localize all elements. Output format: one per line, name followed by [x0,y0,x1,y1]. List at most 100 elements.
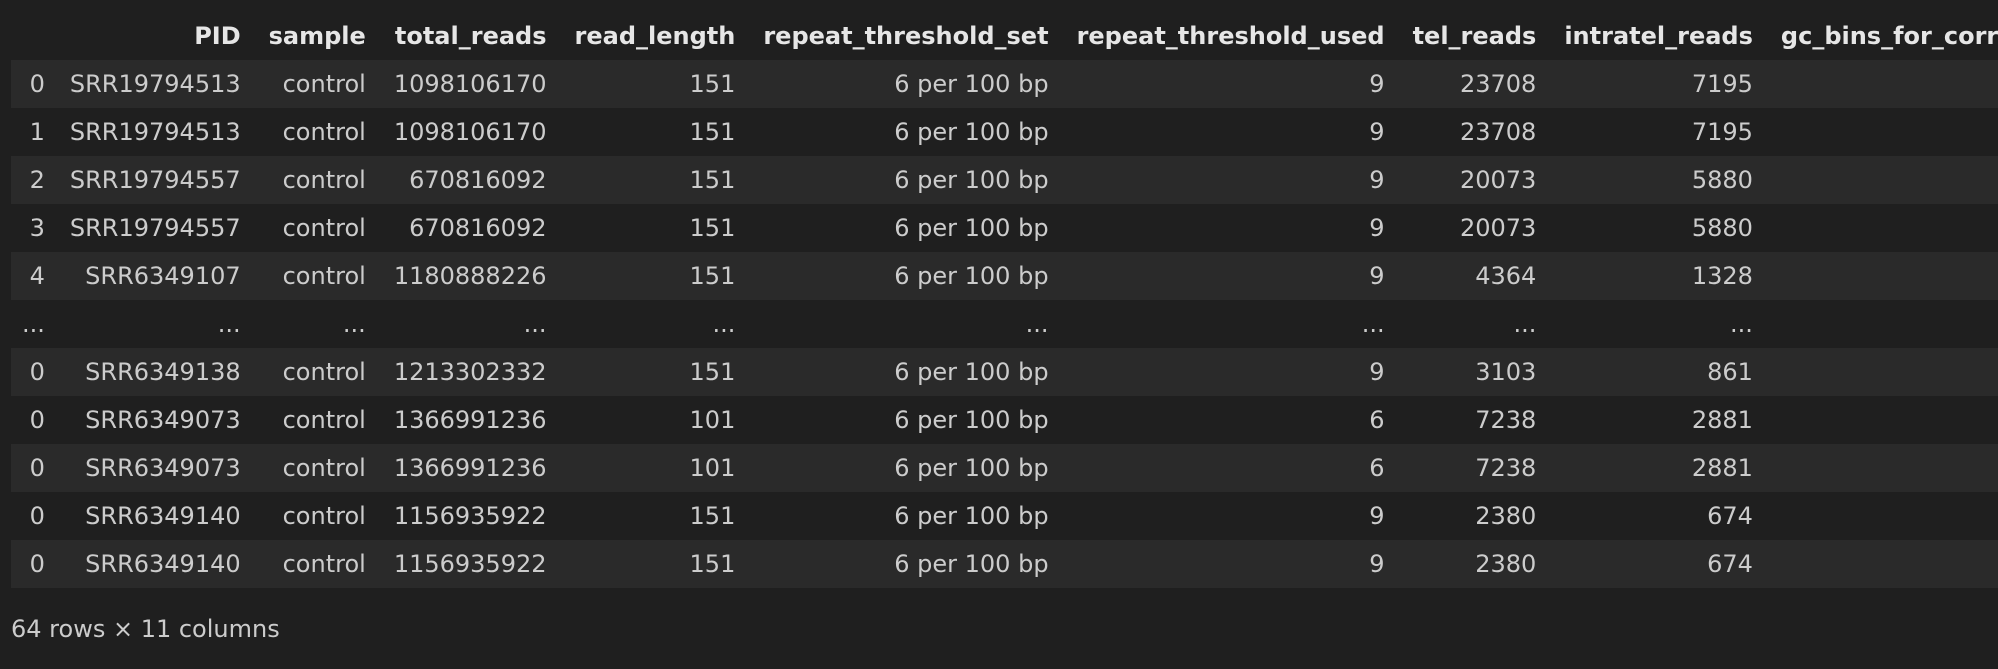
table-cell: 151 [689,358,736,386]
table-cell: control [282,214,366,242]
row-index: 0 [29,358,45,386]
column-header: total_reads [394,22,547,50]
table-cell: 7238 [1475,454,1537,482]
row-index: 0 [29,454,45,482]
column-header: sample [268,22,366,50]
table-cell: 1328 [1691,262,1753,290]
table-cell: 1213302332 [393,358,547,386]
table-cell: 20073 [1459,214,1537,242]
column-header: PID [194,22,241,50]
table-cell: 6 per 100 bp [894,454,1049,482]
row-index: 2 [29,166,45,194]
table-cell: 20073 [1459,166,1537,194]
dataframe-output: PID sample total_reads read_length repeat_th… [11,12,1998,588]
table-cell: 7195 [1691,70,1753,98]
table-cell: ... [1767,300,1998,348]
table-cell: SRR19794557 [69,166,241,194]
table-cell: control [282,118,366,146]
index-header [11,12,56,60]
table-cell: control [282,262,366,290]
table-row: 0 SRR6349073 control 1366991236 101 6 per 100… [11,396,1998,444]
row-index: 0 [29,406,45,434]
table-cell: ... [1730,310,1753,338]
table-cell: 9 [1369,358,1385,386]
table-cell: 48-52 [1767,348,1998,396]
table-cell: 3103 [1475,358,1537,386]
column-header: gc_bins_for_correction [1780,22,1998,50]
table-cell: 6 per 100 bp [894,358,1049,386]
table-cell: 6 per 100 bp [894,406,1049,434]
table-cell: 861 [1707,358,1753,386]
table-cell: 6 per 100 bp [894,214,1049,242]
table-cell: SRR19794513 [69,118,241,146]
table-cell: 151 [689,550,736,578]
table-cell: 48-52 [1767,540,1998,588]
table-cell: 48-52 [1767,60,1998,108]
table-row: 2 SRR19794557 control 670816092 151 6 per 100… [11,156,1998,204]
table-cell: 1098106170 [393,70,547,98]
table-cell: 6 per 100 bp [894,502,1049,530]
table-cell: 9 [1369,550,1385,578]
table-cell: 151 [689,502,736,530]
table-row: 0 SRR6349140 control 1156935922 151 6 per 100… [11,492,1998,540]
table-cell: 9 [1369,502,1385,530]
table-cell: SRR6349073 [85,406,241,434]
table-cell: 151 [689,166,736,194]
table-cell: 4364 [1475,262,1537,290]
table-cell: 5880 [1691,214,1753,242]
table-cell: 48-52 [1767,444,1998,492]
table-cell: control [282,406,366,434]
table-cell: 9 [1369,214,1385,242]
table-cell: 151 [689,118,736,146]
table-cell: 7238 [1475,406,1537,434]
table-cell: 6 per 100 bp [894,262,1049,290]
table-cell: 48-52 [1767,396,1998,444]
row-index: 0 [29,502,45,530]
row-index: ... [22,310,45,338]
table-cell: control [282,70,366,98]
table-cell: 48-52 [1767,252,1998,300]
table-cell: 48-52 [1767,204,1998,252]
table-cell: 674 [1707,550,1753,578]
table-cell: ... [523,310,547,338]
table-cell: SRR19794557 [69,214,241,242]
table-row: 1 SRR19794513 control 1098106170 151 6 per 10… [11,108,1998,156]
table-cell: SRR6349107 [85,262,241,290]
table-cell: 151 [689,70,736,98]
table-cell: 1156935922 [393,502,547,530]
table-cell: SRR6349138 [85,358,241,386]
table-cell: ... [712,310,736,338]
table-cell: 48-52 [1767,492,1998,540]
table-cell: 101 [689,454,736,482]
table-cell: SRR6349073 [85,454,241,482]
table-cell: 1366991236 [393,454,547,482]
table-row: .............................. [11,300,1998,348]
table-cell: 670816092 [409,214,547,242]
table-header: PID sample total_reads read_length repeat_th… [11,12,1998,60]
table-cell: 23708 [1459,118,1537,146]
table-cell: SRR6349140 [85,502,241,530]
table-body: 0 SRR19794513 control 1098106170 151 6 per 10… [11,60,1998,588]
table-cell: 9 [1369,166,1385,194]
table-cell: ... [1361,310,1385,338]
table-cell: 6 [1369,454,1385,482]
column-header: read_length [574,22,736,50]
column-header: repeat_threshold_used [1076,22,1385,50]
table-cell: 6 per 100 bp [894,118,1049,146]
table-cell: control [282,358,366,386]
table-cell: control [282,550,366,578]
row-index: 3 [29,214,45,242]
table-cell: 101 [689,406,736,434]
table-cell: 1098106170 [393,118,547,146]
row-index: 0 [29,550,45,578]
table-cell: 674 [1707,502,1753,530]
column-header: repeat_threshold_set [763,22,1049,50]
table-cell: 7195 [1691,118,1753,146]
table-cell: ... [1025,310,1049,338]
header-row: PID sample total_reads read_length repeat_th… [11,12,1998,60]
table-cell: 9 [1369,262,1385,290]
table-cell: 6 [1369,406,1385,434]
table-cell: ... [217,310,241,338]
table-cell: 9 [1369,118,1385,146]
table-cell: 670816092 [409,166,547,194]
